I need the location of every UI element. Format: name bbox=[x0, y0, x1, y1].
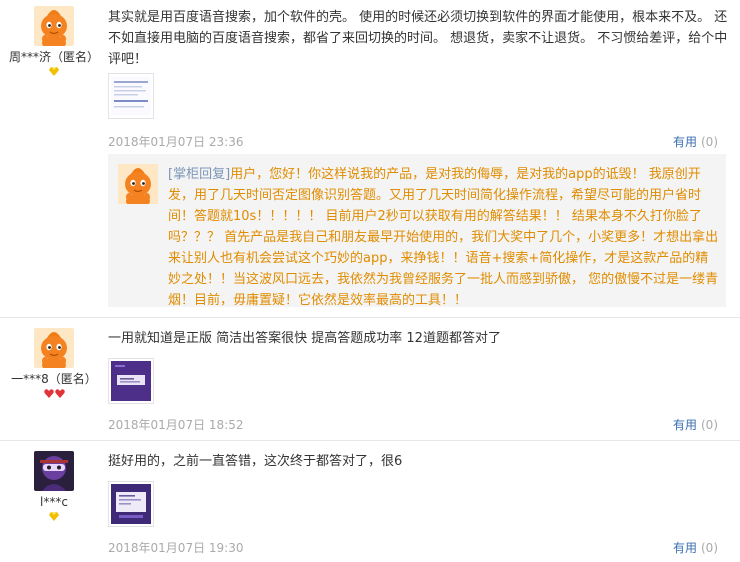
review-photo-thumbnail[interactable] bbox=[108, 73, 154, 119]
review-text: 一用就知道是正版 简洁出答案很快 提高答题成功率 12道题都答对了 bbox=[108, 331, 501, 346]
review-item: l***c 挺好用的，之前一直答错，这次终于都答对了，很6 2018年01月07… bbox=[0, 441, 740, 562]
reviewer-info: l***c bbox=[0, 451, 108, 522]
useful-count: (0) bbox=[701, 541, 718, 555]
useful-button[interactable]: 有用 bbox=[673, 135, 697, 149]
review-meta: 2018年01月07日 19:30 有用 (0) bbox=[108, 539, 718, 555]
review-photo-thumbnail[interactable] bbox=[108, 481, 154, 527]
reviewer-name: 一***8（匿名） bbox=[11, 372, 97, 386]
useful-button[interactable]: 有用 bbox=[673, 418, 697, 432]
seller-reply-text: [掌柜回复]用户，您好！你这样说我的产品，是对我的侮辱，是对我的app的诋毁！ … bbox=[168, 164, 721, 311]
heart-badge-icon bbox=[0, 389, 108, 399]
review-item: 一***8（匿名） 一用就知道是正版 简洁出答案很快 提高答题成功率 12道题都… bbox=[0, 318, 740, 441]
review-date: 2018年01月07日 19:30 bbox=[108, 541, 244, 555]
reviewer-info: 一***8（匿名） bbox=[0, 328, 108, 399]
useful-vote: 有用 (0) bbox=[673, 416, 718, 433]
seller-reply: [掌柜回复]用户，您好！你这样说我的产品，是对我的侮辱，是对我的app的诋毁！ … bbox=[108, 154, 726, 308]
reviewer-info: 周***济（匿名） bbox=[0, 6, 108, 77]
review-photo-thumbnail[interactable] bbox=[108, 358, 154, 404]
avatar[interactable] bbox=[34, 451, 74, 491]
review-date: 2018年01月07日 18:52 bbox=[108, 418, 244, 432]
seller-reply-body: 用户，您好！你这样说我的产品，是对我的侮辱，是对我的app的诋毁！ 我原创开发，… bbox=[168, 167, 719, 308]
review-text: 挺好用的，之前一直答错，这次终于都答对了，很6 bbox=[108, 454, 403, 469]
review-date: 2018年01月07日 23:36 bbox=[108, 135, 244, 149]
useful-vote: 有用 (0) bbox=[673, 133, 718, 150]
seller-avatar[interactable] bbox=[118, 164, 158, 204]
reviewer-name: 周***济（匿名） bbox=[8, 50, 99, 64]
review-meta: 2018年01月07日 23:36 有用 (0) bbox=[108, 133, 718, 149]
useful-vote: 有用 (0) bbox=[673, 539, 718, 556]
useful-button[interactable]: 有用 bbox=[673, 541, 697, 555]
reviewer-name: l***c bbox=[40, 495, 68, 509]
diamond-badge-icon bbox=[0, 67, 108, 77]
diamond-badge-icon bbox=[0, 512, 108, 522]
avatar[interactable] bbox=[34, 6, 74, 46]
seller-reply-tag: [掌柜回复] bbox=[168, 167, 231, 182]
avatar[interactable] bbox=[34, 328, 74, 368]
useful-count: (0) bbox=[701, 418, 718, 432]
review-text: 其实就是用百度语音搜索，加个软件的壳。 使用的时候还必须切换到软件的界面才能使用… bbox=[108, 10, 728, 67]
useful-count: (0) bbox=[701, 135, 718, 149]
review-item: 周***济（匿名） 其实就是用百度语音搜索，加个软件的壳。 使用的时候还必须切换… bbox=[0, 0, 740, 318]
review-meta: 2018年01月07日 18:52 有用 (0) bbox=[108, 416, 718, 432]
